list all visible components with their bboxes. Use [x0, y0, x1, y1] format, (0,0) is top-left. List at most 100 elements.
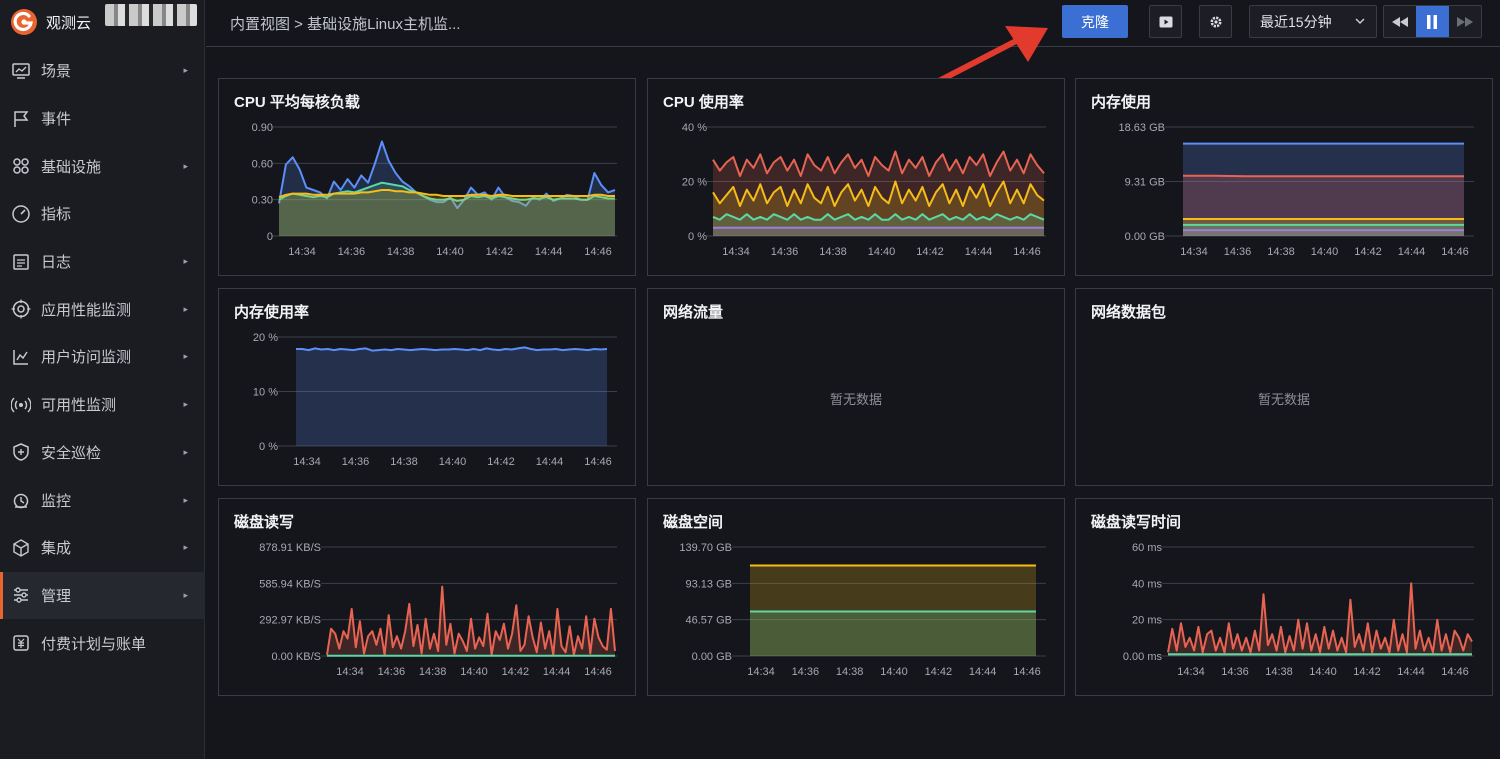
- y-tick-label: 0 %: [259, 441, 278, 453]
- sidebar-item-9[interactable]: 监控 ▸: [0, 476, 205, 524]
- chart-svg: 20 % 10 % 0 % 14:34 14:36 14:38 14:40 14:42 14:4…: [253, 332, 617, 468]
- sidebar-item-3[interactable]: 指标: [0, 190, 205, 238]
- chart-panel-4[interactable]: 网络流量 暂无数据: [647, 288, 1065, 486]
- x-tick-label: 14:42: [486, 246, 514, 258]
- sidebar-item-label: 监控: [41, 492, 72, 510]
- x-tick-label: 14:36: [771, 246, 799, 258]
- chevron-right-icon: ▸: [183, 399, 188, 410]
- x-tick-label: 14:38: [819, 246, 847, 258]
- x-tick-label: 14:34: [336, 666, 364, 678]
- chart-panel-7[interactable]: 磁盘空间 139.70 GB 93.13 GB 46.57 GB 0.00 GB 14:3…: [647, 498, 1065, 696]
- sidebar-item-11[interactable]: 管理 ▸: [0, 571, 205, 620]
- sidebar-item-label: 应用性能监测: [41, 301, 132, 319]
- x-tick-label: 14:38: [1267, 246, 1295, 258]
- sidebar-item-label: 用户访问监测: [41, 349, 132, 367]
- workspace-more[interactable]: ..: [191, 8, 198, 22]
- pause-button[interactable]: [1416, 6, 1449, 37]
- sidebar-item-8[interactable]: 安全巡检 ▸: [0, 429, 205, 477]
- alarm-icon: [13, 493, 29, 509]
- y-tick-label: 60 ms: [1132, 542, 1162, 554]
- chevron-right-icon: ▸: [183, 494, 188, 505]
- app-root: 观测云 .. 场景 ▸ 事件 基础设施 ▸ 指标 日志 ▸ 应用性能监测 ▸ 用户访问监测 ▸ 可用性监…: [0, 0, 1500, 759]
- sidebar-item-2[interactable]: 基础设施 ▸: [0, 142, 205, 190]
- y-tick-label: 0.00 GB: [1125, 231, 1165, 243]
- rewind-button[interactable]: [1384, 6, 1416, 37]
- sidebar-item-10[interactable]: 集成 ▸: [0, 524, 205, 572]
- x-tick-label: 14:38: [1265, 666, 1293, 678]
- chart-panel-3[interactable]: 内存使用率 20 % 10 % 0 % 14:34 14:36 14:38 14:40 14:4…: [218, 288, 636, 486]
- x-tick-label: 14:46: [1441, 666, 1469, 678]
- sidebar-item-label: 事件: [41, 111, 72, 129]
- x-tick-label: 14:42: [502, 666, 530, 678]
- chevron-right-icon: ▸: [183, 256, 188, 267]
- gauge-icon: [12, 205, 30, 223]
- sidebar-item-12[interactable]: 付费计划与账单: [0, 619, 205, 667]
- x-tick-label: 14:34: [1180, 246, 1208, 258]
- chart-panel-6[interactable]: 磁盘读写 878.91 KB/S 585.94 KB/S 292.97 KB/S 0.0…: [218, 498, 636, 696]
- chart-panel-0[interactable]: CPU 平均每核负载 0.90 0.60 0.30 0 14:34 14:36 14:38 14…: [218, 78, 636, 276]
- y-tick-label: 0.90: [252, 122, 273, 134]
- x-tick-label: 14:38: [419, 666, 447, 678]
- brand[interactable]: 观测云: [10, 8, 91, 36]
- x-tick-label: 14:46: [584, 666, 612, 678]
- rewind-icon: [1392, 16, 1409, 27]
- fast-forward-icon: [1456, 16, 1473, 27]
- x-tick-label: 14:40: [436, 246, 464, 258]
- sidebar-item-6[interactable]: 用户访问监测 ▸: [0, 333, 205, 381]
- x-tick-label: 14:44: [543, 666, 571, 678]
- x-tick-label: 14:36: [1221, 666, 1249, 678]
- x-tick-label: 14:46: [1013, 666, 1041, 678]
- chart-panel-8[interactable]: 磁盘读写时间 60 ms 40 ms 20 ms 0.00 ms 14:34 14:36 14…: [1075, 498, 1493, 696]
- x-tick-label: 14:40: [460, 666, 488, 678]
- x-tick-label: 14:40: [1311, 246, 1339, 258]
- chart-panel-2[interactable]: 内存使用 18.63 GB 9.31 GB 0.00 GB 14:34 14:36 14:3…: [1075, 78, 1493, 276]
- breadcrumb[interactable]: 内置视图 > 基础设施Linux主机监...: [230, 13, 460, 34]
- gear-icon: [1210, 16, 1221, 27]
- chart-panel-5[interactable]: 网络数据包 暂无数据: [1075, 288, 1493, 486]
- series-area: [713, 227, 1044, 236]
- x-tick-label: 14:42: [916, 246, 944, 258]
- sidebar-item-label: 管理: [41, 587, 72, 605]
- monitor-icon: [12, 63, 30, 79]
- time-range-select[interactable]: 最近15分钟: [1249, 5, 1377, 38]
- y-tick-label: 0 %: [688, 231, 707, 243]
- sidebar-item-label: 场景: [41, 63, 72, 81]
- target-icon: [11, 299, 31, 319]
- no-data-text: 暂无数据: [829, 392, 882, 407]
- sidebar-item-4[interactable]: 日志 ▸: [0, 238, 205, 286]
- y-tick-label: 0.00 ms: [1123, 651, 1163, 663]
- fullscreen-button[interactable]: [1149, 5, 1182, 38]
- chevron-down-icon: [1355, 18, 1365, 25]
- sidebar-item-7[interactable]: 可用性监测 ▸: [0, 381, 205, 429]
- x-tick-label: 14:38: [836, 666, 864, 678]
- y-tick-label: 878.91 KB/S: [259, 542, 321, 554]
- x-tick-label: 14:34: [1177, 666, 1205, 678]
- clone-button[interactable]: 克隆: [1062, 5, 1128, 38]
- chart-panel-1[interactable]: CPU 使用率 40 % 20 % 0 % 14:34 14:36 14:38 14:40 14…: [647, 78, 1065, 276]
- x-tick-label: 14:46: [1013, 246, 1041, 258]
- sidebar-item-1[interactable]: 事件: [0, 95, 205, 143]
- sidebar-item-5[interactable]: 应用性能监测 ▸: [0, 285, 205, 333]
- sidebar-item-label: 基础设施: [41, 158, 102, 176]
- pause-icon: [1427, 14, 1438, 29]
- log-icon: [13, 253, 29, 270]
- settings-button[interactable]: [1199, 5, 1232, 38]
- sidebar-item-0[interactable]: 场景 ▸: [0, 47, 205, 95]
- y-tick-label: 585.94 KB/S: [259, 578, 321, 590]
- x-tick-label: 14:40: [880, 666, 908, 678]
- chart-svg: 139.70 GB 93.13 GB 46.57 GB 0.00 GB 14:34 14:…: [679, 542, 1046, 678]
- series-line: [1167, 582, 1473, 654]
- y-tick-label: 20 %: [682, 177, 707, 189]
- chevron-right-icon: ▸: [183, 65, 188, 76]
- y-tick-label: 40 ms: [1132, 578, 1162, 590]
- y-tick-label: 0.00 KB/S: [271, 651, 321, 663]
- chart-svg: 40 % 20 % 0 % 14:34 14:36 14:38 14:40 14:42 14:4…: [682, 122, 1046, 258]
- forward-button[interactable]: [1449, 6, 1481, 37]
- x-tick-label: 14:44: [536, 456, 564, 468]
- x-tick-label: 14:36: [338, 246, 366, 258]
- x-tick-label: 14:44: [965, 246, 993, 258]
- x-tick-label: 14:34: [293, 456, 321, 468]
- y-tick-label: 18.63 GB: [1119, 122, 1165, 134]
- y-tick-label: 10 %: [253, 387, 278, 399]
- sidebar-item-label: 可用性监测: [41, 397, 117, 415]
